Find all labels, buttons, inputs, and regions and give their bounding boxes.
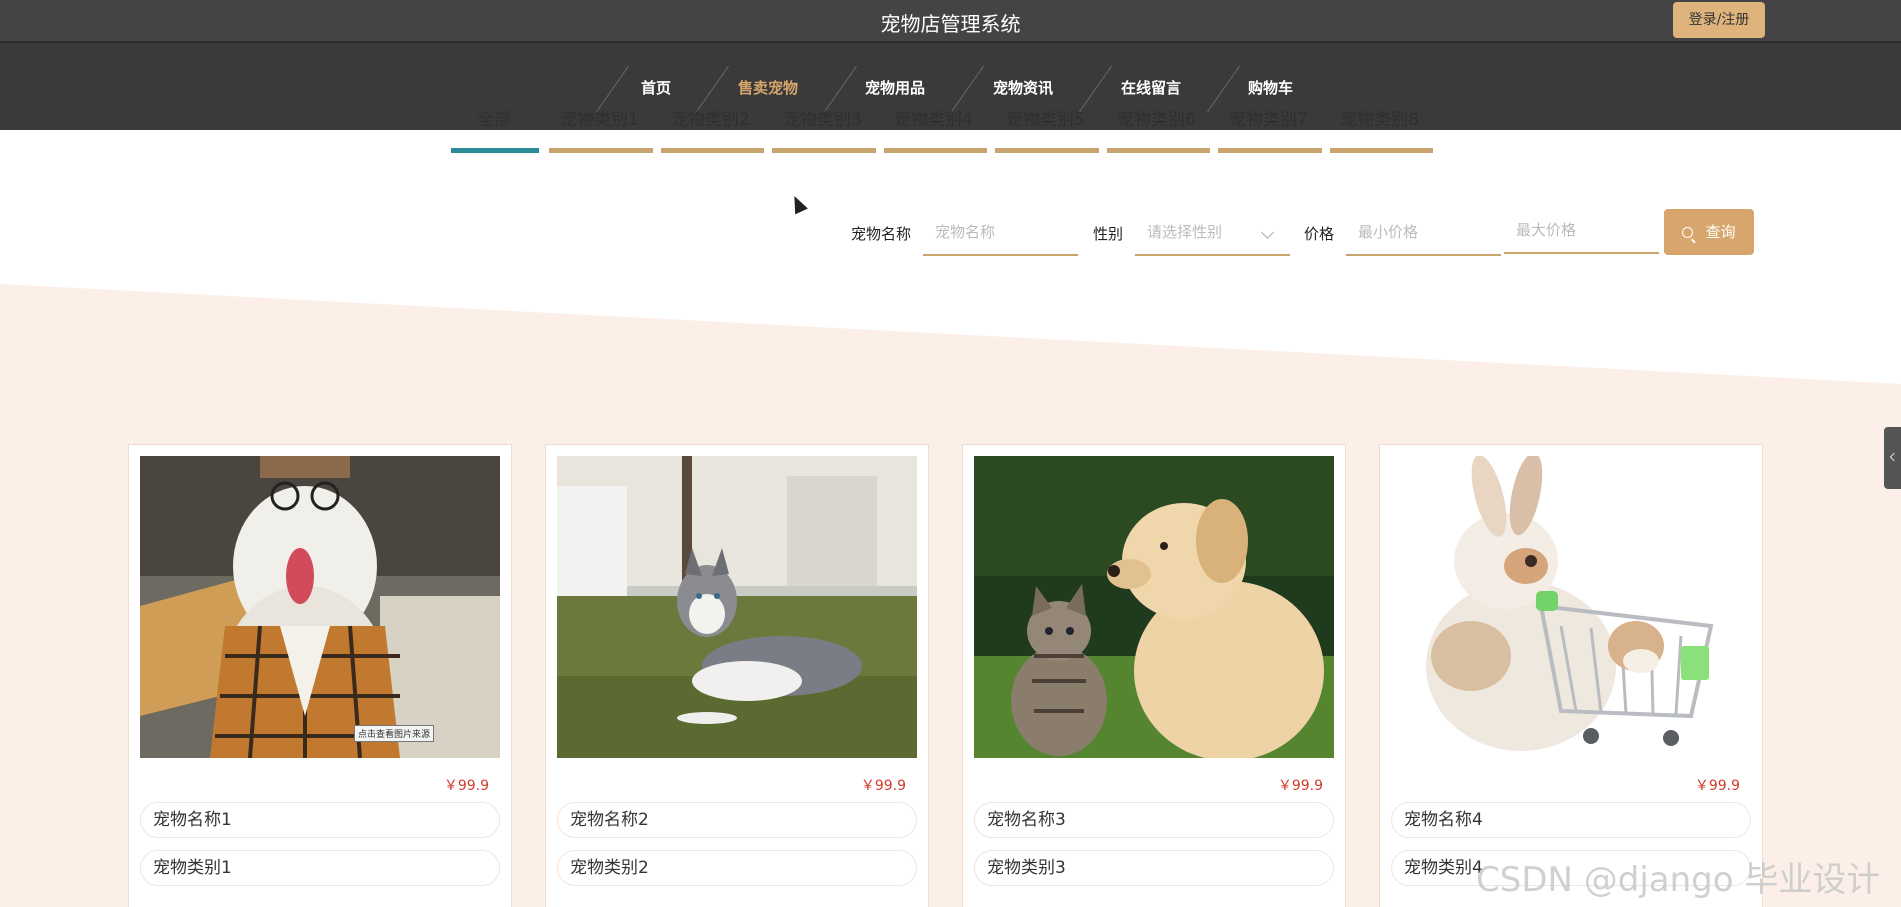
product-price: ￥99.9 xyxy=(1694,778,1740,794)
price-label: 价格 xyxy=(1304,225,1335,243)
product-image[interactable] xyxy=(557,456,917,758)
category-underline-selected xyxy=(451,148,539,153)
product-category: 宠物类别3 xyxy=(974,850,1334,886)
category-underline xyxy=(549,148,653,153)
product-category: 宠物类别2 xyxy=(557,850,917,886)
side-panel-toggle[interactable] xyxy=(1884,427,1901,489)
product-image[interactable]: 点击查看图片来源 xyxy=(140,456,500,758)
category-tab-8[interactable]: 宠物类别8 xyxy=(1340,105,1419,130)
category-underline xyxy=(1107,148,1210,153)
max-price-input[interactable]: 最大价格 xyxy=(1504,210,1659,254)
category-underline xyxy=(995,148,1099,153)
category-tab-6[interactable]: 宠物类别6 xyxy=(1117,105,1196,130)
watermark: CSDN @django 毕业设计 xyxy=(1476,860,1881,900)
search-button[interactable]: 查询 xyxy=(1664,209,1754,255)
product-price: ￥99.9 xyxy=(443,778,489,794)
product-card[interactable]: ￥99.9 宠物名称4 宠物类别4 xyxy=(1379,444,1763,907)
min-price-input[interactable]: 最小价格 xyxy=(1346,212,1501,256)
nav-item-cart[interactable]: 购物车 xyxy=(1248,77,1293,98)
product-card[interactable]: ￥99.9 宠物名称2 宠物类别2 xyxy=(545,444,929,907)
category-tab-2[interactable]: 宠物类别2 xyxy=(671,105,750,130)
category-underline xyxy=(884,148,987,153)
category-tab-1[interactable]: 宠物类别1 xyxy=(560,105,639,130)
mouse-cursor-icon xyxy=(788,193,808,215)
nav-item-pets-for-sale[interactable]: 售卖宠物 xyxy=(738,77,798,98)
category-tab-4[interactable]: 宠物类别4 xyxy=(894,105,973,130)
product-name: 宠物名称1 xyxy=(140,802,500,838)
product-category: 宠物类别1 xyxy=(140,850,500,886)
product-name: 宠物名称3 xyxy=(974,802,1334,838)
top-bar: 宠物店管理系统 登录/注册 xyxy=(0,0,1901,43)
product-card[interactable]: ￥99.9 宠物名称3 宠物类别3 xyxy=(962,444,1346,907)
product-image[interactable] xyxy=(974,456,1334,758)
image-source-tag[interactable]: 点击查看图片来源 xyxy=(354,725,435,742)
app-title: 宠物店管理系统 xyxy=(880,12,1021,36)
category-tab-7[interactable]: 宠物类别7 xyxy=(1229,105,1308,130)
category-underline xyxy=(661,148,764,153)
category-underline xyxy=(1218,148,1322,153)
nav-item-pet-news[interactable]: 宠物资讯 xyxy=(993,77,1053,98)
product-price: ￥99.9 xyxy=(1277,778,1323,794)
category-tab-all[interactable]: 全部 xyxy=(477,105,511,130)
nav-item-home[interactable]: 首页 xyxy=(641,77,671,98)
category-tab-3[interactable]: 宠物类别3 xyxy=(783,105,862,130)
nav-item-pet-supplies[interactable]: 宠物用品 xyxy=(865,77,925,98)
login-register-button[interactable]: 登录/注册 xyxy=(1673,2,1765,38)
pet-name-label: 宠物名称 xyxy=(851,225,912,243)
product-price: ￥99.9 xyxy=(860,778,906,794)
category-underline xyxy=(772,148,876,153)
pet-name-input[interactable]: 宠物名称 xyxy=(923,212,1078,256)
search-icon xyxy=(1682,227,1694,238)
search-button-label: 查询 xyxy=(1705,223,1736,241)
product-image[interactable] xyxy=(1391,456,1751,758)
product-name: 宠物名称2 xyxy=(557,802,917,838)
category-underline xyxy=(1330,148,1433,153)
gender-label: 性别 xyxy=(1093,225,1124,243)
product-name: 宠物名称4 xyxy=(1391,802,1751,838)
product-card[interactable]: 点击查看图片来源 ￥99.9 宠物名称1 宠物类别1 xyxy=(128,444,512,907)
nav-item-messages[interactable]: 在线留言 xyxy=(1121,77,1181,98)
category-tab-5[interactable]: 宠物类别5 xyxy=(1006,105,1085,130)
